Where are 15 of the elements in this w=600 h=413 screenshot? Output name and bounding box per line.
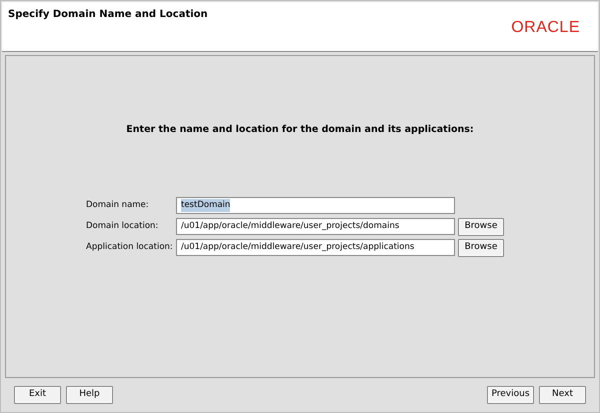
oracle-logo: ORACLE xyxy=(511,19,580,38)
exit-button[interactable]: Exit xyxy=(14,386,61,404)
input-field[interactable]: /u01/app/oracle/middleware/user_projects/applications xyxy=(176,239,455,256)
next-button[interactable]: Next xyxy=(539,386,586,404)
help-button[interactable]: Help xyxy=(66,386,113,404)
instruction-text: Enter the name and location for the domain and its applications: xyxy=(126,123,474,137)
input-field[interactable]: testDomain xyxy=(176,197,455,214)
field-label: Domain location: xyxy=(86,220,160,234)
input-field[interactable]: /u01/app/oracle/middleware/user_projects/domains xyxy=(176,218,455,236)
field-label: Application location: xyxy=(86,241,174,254)
browse-button[interactable]: Browse xyxy=(458,238,504,257)
browse-button[interactable]: Browse xyxy=(458,218,504,236)
field-label: Domain name: xyxy=(86,199,150,212)
page-title: Specify Domain Name and Location xyxy=(8,8,208,22)
previous-button[interactable]: Previous xyxy=(487,386,534,404)
